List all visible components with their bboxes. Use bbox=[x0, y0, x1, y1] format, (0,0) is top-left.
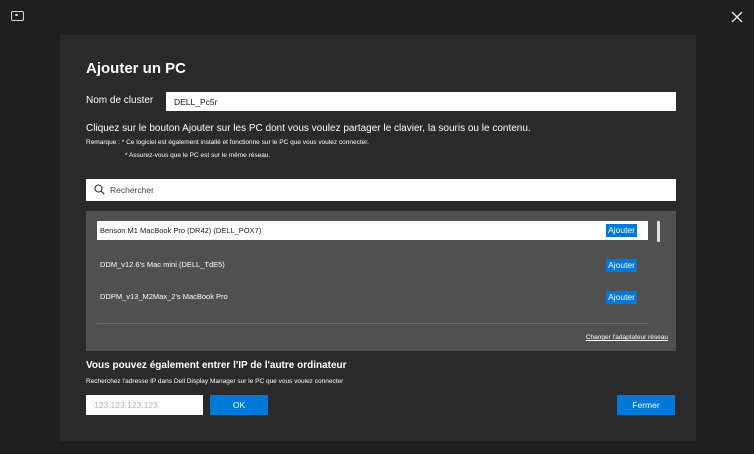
ip-section-title: Vous pouvez également entrer l'IP de l'a… bbox=[86, 360, 347, 371]
pc-list-item[interactable]: DDPM_v13_M2Max_2's MacBook Pro Ajouter bbox=[97, 287, 648, 306]
search-icon bbox=[94, 184, 105, 195]
add-pc-button[interactable]: Ajouter bbox=[606, 291, 637, 304]
cluster-name-field[interactable] bbox=[166, 92, 676, 111]
pc-name: DDPM_v13_M2Max_2's MacBook Pro bbox=[100, 292, 228, 301]
pc-name: DDM_v12.6's Mac mini (DELL_TdE5) bbox=[100, 260, 225, 269]
add-pc-button[interactable]: Ajouter bbox=[606, 259, 637, 272]
monitor-icon bbox=[11, 11, 24, 21]
close-window-button[interactable] bbox=[730, 10, 744, 24]
ip-section-description: Recherchez l'adresse IP dans Dell Displa… bbox=[86, 378, 344, 385]
note-line-1: Remarque : * Ce logiciel est également i… bbox=[86, 139, 369, 146]
instructions-text: Cliquez sur le bouton Ajouter sur les PC… bbox=[86, 123, 531, 134]
note-line-2: * Assurez-vous que le PC est sur le même… bbox=[125, 152, 271, 159]
close-dialog-button[interactable]: Fermer bbox=[617, 395, 675, 415]
search-input[interactable] bbox=[110, 179, 666, 201]
search-box[interactable] bbox=[86, 179, 676, 201]
change-network-adapter-link[interactable]: Changer l'adaptateur réseau bbox=[586, 334, 668, 341]
dialog-title: Ajouter un PC bbox=[86, 60, 186, 77]
pc-list: Benson M1 MacBook Pro (DR42) (DELL_POX7)… bbox=[86, 211, 676, 351]
ok-button[interactable]: OK bbox=[210, 395, 268, 415]
list-divider bbox=[97, 323, 648, 324]
close-icon bbox=[731, 11, 743, 23]
cluster-name-label: Nom de cluster bbox=[86, 95, 154, 106]
list-scrollbar[interactable] bbox=[657, 221, 660, 242]
pc-list-item[interactable]: DDM_v12.6's Mac mini (DELL_TdE5) Ajouter bbox=[97, 255, 648, 274]
pc-name: Benson M1 MacBook Pro (DR42) (DELL_POX7) bbox=[100, 226, 262, 235]
ip-address-field[interactable] bbox=[86, 395, 203, 415]
add-pc-button[interactable]: Ajouter bbox=[606, 224, 637, 237]
pc-list-item[interactable]: Benson M1 MacBook Pro (DR42) (DELL_POX7)… bbox=[97, 221, 648, 240]
